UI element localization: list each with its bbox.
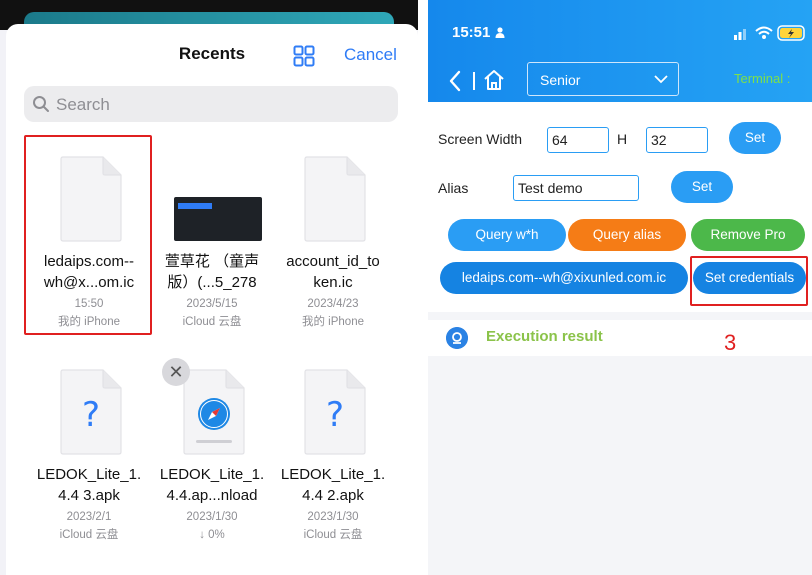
clock-text: 15:51: [452, 24, 491, 41]
blank-document-icon: [304, 156, 366, 242]
set-alias-button[interactable]: Set: [671, 171, 733, 203]
ledok-app: 15:51 Senior Terminal: Screen Width 64 …: [428, 0, 812, 575]
person-icon: [495, 27, 505, 38]
safari-download-icon: [183, 369, 245, 455]
file-name-line1: LEDOK_Lite_1.: [280, 466, 386, 483]
file-item[interactable]: account_id_to ken.ic 2023/4/23 我的 iPhone: [271, 155, 395, 335]
file-date: 2023/4/23: [307, 298, 359, 310]
cancel-button[interactable]: Cancel: [344, 45, 397, 65]
ios-file-picker: Recents Cancel Search ledaips.com-- wh@x…: [0, 0, 418, 575]
file-location: iCloud 云盘: [303, 529, 363, 541]
execution-result-label: Execution result: [486, 328, 603, 345]
screen-width-label: Screen Width: [438, 131, 523, 147]
file-name-line2: 4.4 2.apk: [302, 487, 364, 504]
height-label: H: [617, 131, 628, 147]
file-date: 2023/2/1: [66, 511, 112, 523]
file-name-line1: account_id_to: [286, 253, 380, 270]
search-placeholder: Search: [56, 95, 110, 114]
file-date: 2023/1/30: [307, 511, 359, 523]
recents-sheet: Recents Cancel Search ledaips.com-- wh@x…: [6, 24, 418, 575]
status-time: 15:51: [452, 24, 505, 41]
result-icon: [446, 327, 468, 349]
terminal-label: Terminal :: [734, 71, 791, 86]
file-location: iCloud 云盘: [182, 316, 242, 328]
mode-select-value: Senior: [540, 72, 581, 88]
query-wh-button[interactable]: Query w*h: [448, 219, 566, 251]
alias-input[interactable]: Test demo: [513, 175, 639, 201]
video-thumbnail: [174, 197, 262, 241]
status-icons: [734, 25, 805, 41]
file-name-line2: 4.4.ap...nload: [166, 487, 258, 504]
execution-result-bar: Execution result: [428, 320, 812, 356]
svg-text:?: ?: [82, 395, 100, 435]
credential-file-button[interactable]: ledaips.com--wh@xixunled.com.ic: [440, 262, 688, 294]
set-credentials-highlight: [690, 256, 808, 306]
search-input[interactable]: Search: [24, 86, 398, 122]
step-number-annotation: 3: [724, 330, 737, 355]
remove-download-button[interactable]: ✕: [162, 358, 190, 386]
header-divider: [473, 72, 475, 90]
file-item[interactable]: 萱草花 （童声 版）(...5_278 2023/5/15 iCloud 云盘: [150, 155, 274, 335]
file-location: iCloud 云盘: [59, 529, 119, 541]
home-icon[interactable]: [482, 68, 506, 92]
back-arrow-icon[interactable]: [448, 70, 462, 92]
grid-view-icon[interactable]: [293, 45, 315, 67]
set-size-button[interactable]: Set: [729, 122, 781, 154]
file-name-line2: 4.4 3.apk: [58, 487, 120, 504]
file-name: LEDOK_Lite_1. 4.4 3.apk: [27, 464, 151, 506]
file-item[interactable]: ? LEDOK_Lite_1. 4.4 3.apk 2023/2/1 iClou…: [27, 368, 151, 548]
file-name-line1: LEDOK_Lite_1.: [159, 466, 265, 483]
file-name-line1: 萱草花 （童声: [164, 253, 260, 270]
file-date: 2023/5/15: [186, 298, 238, 310]
file-item[interactable]: ? LEDOK_Lite_1. 4.4 2.apk 2023/1/30 iClo…: [271, 368, 395, 548]
file-location: 我的 iPhone: [301, 316, 364, 328]
chevron-down-icon: [654, 75, 668, 84]
unknown-file-icon: ?: [304, 369, 366, 455]
file-name: LEDOK_Lite_1. 4.4 2.apk: [271, 464, 395, 506]
height-input[interactable]: 32: [646, 127, 708, 153]
remove-pro-button[interactable]: Remove Pro: [691, 219, 805, 251]
alias-label: Alias: [438, 180, 469, 196]
file-name-line2: ken.ic: [313, 274, 353, 291]
query-alias-button[interactable]: Query alias: [568, 219, 686, 251]
file-item[interactable]: LEDOK_Lite_1. 4.4.ap...nload 2023/1/30 ↓…: [150, 368, 274, 548]
file-name: 萱草花 （童声 版）(...5_278: [150, 251, 274, 293]
download-progress: ↓ 0%: [199, 529, 225, 541]
mode-select[interactable]: Senior: [527, 62, 679, 96]
file-name: LEDOK_Lite_1. 4.4.ap...nload: [150, 464, 274, 506]
file-name-line2: 版）(...5_278: [167, 274, 257, 291]
file-name: account_id_to ken.ic: [271, 251, 395, 293]
selected-file-highlight: [24, 135, 152, 335]
unknown-file-icon: ?: [60, 369, 122, 455]
svg-text:?: ?: [326, 395, 344, 435]
search-icon: [33, 96, 49, 112]
file-name-line1: LEDOK_Lite_1.: [36, 466, 142, 483]
file-date: 2023/1/30: [186, 511, 238, 523]
app-header: 15:51 Senior Terminal:: [428, 0, 812, 102]
screenshot-composite: Recents Cancel Search ledaips.com-- wh@x…: [0, 0, 812, 575]
screen-width-input[interactable]: 64: [547, 127, 609, 153]
